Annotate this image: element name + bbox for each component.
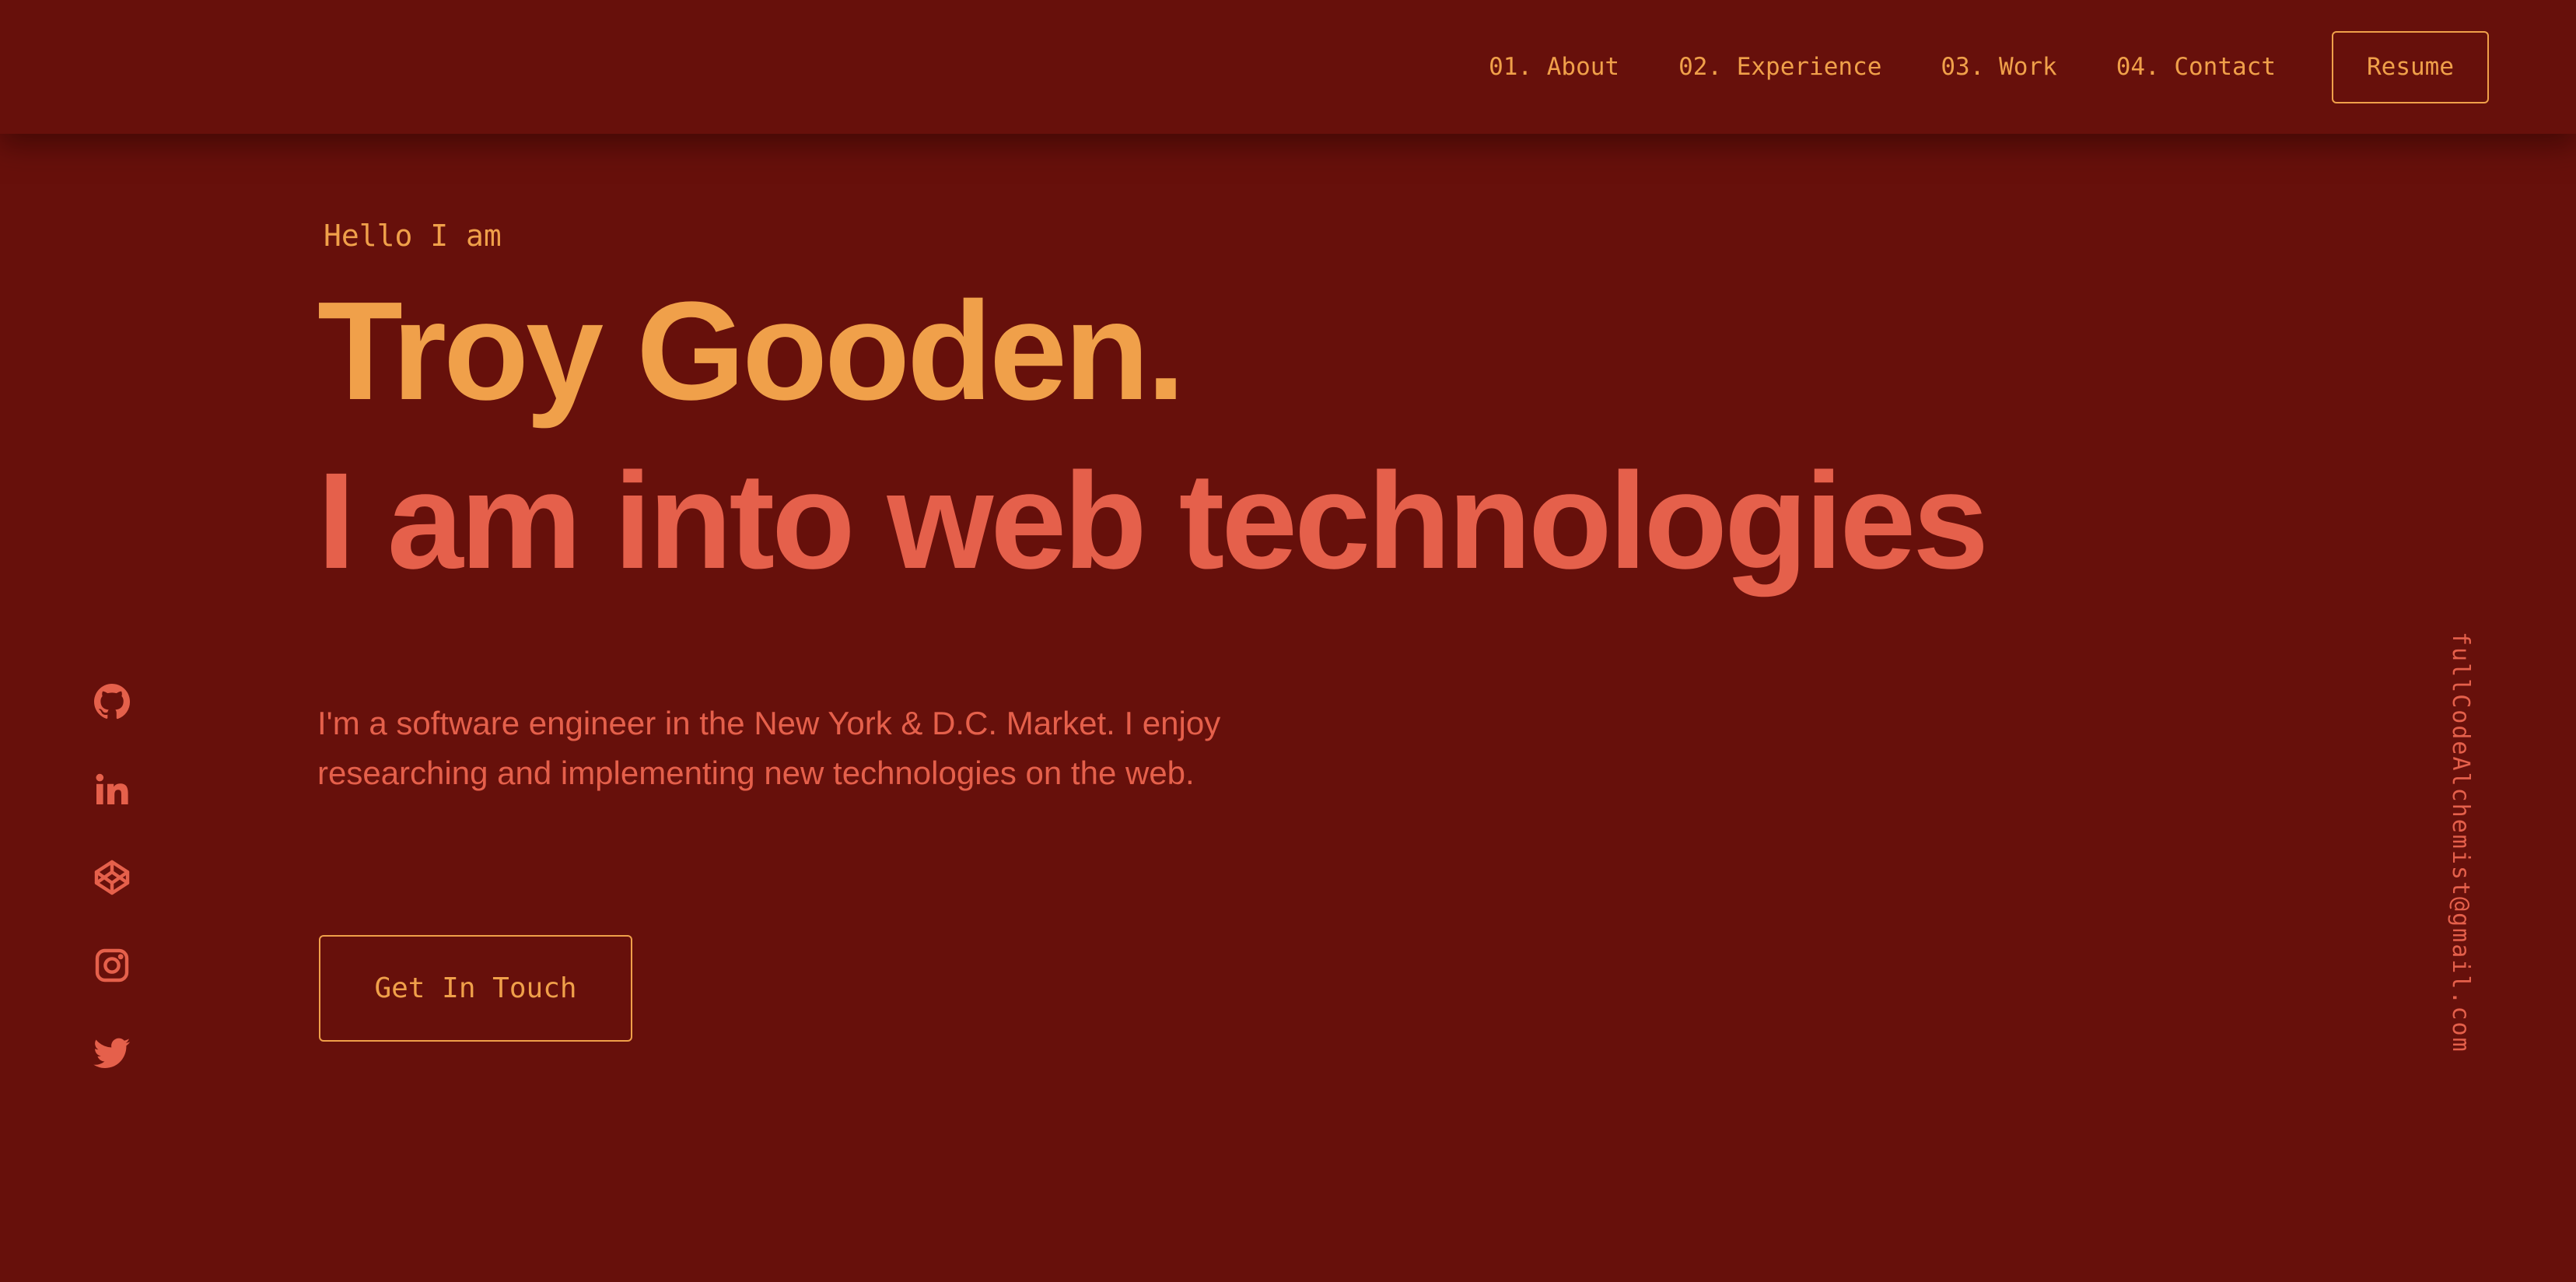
email-rail: fullCodeAlchemist@gmail.com xyxy=(2447,632,2494,1091)
nav-links: 01. About 02. Experience 03. Work 04. Co… xyxy=(1489,0,2576,134)
hero-greeting: Hello I am xyxy=(324,219,502,253)
codepen-icon xyxy=(94,860,130,895)
twitter-icon xyxy=(93,1038,131,1068)
linkedin-link[interactable] xyxy=(92,769,132,810)
top-navbar: 01. About 02. Experience 03. Work 04. Co… xyxy=(0,0,2576,134)
codepen-link[interactable] xyxy=(92,857,132,898)
nav-link-work[interactable]: 03. Work xyxy=(1941,53,2056,81)
github-link[interactable] xyxy=(92,681,132,722)
hero-bio: I'm a software engineer in the New York … xyxy=(317,705,1221,791)
nav-link-experience[interactable]: 02. Experience xyxy=(1678,53,1881,81)
linkedin-icon xyxy=(96,773,128,804)
email-link[interactable]: fullCodeAlchemist@gmail.com xyxy=(2447,632,2474,1053)
twitter-link[interactable] xyxy=(92,1033,132,1074)
nav-link-contact[interactable]: 04. Contact xyxy=(2116,53,2276,81)
nav-link-about[interactable]: 01. About xyxy=(1489,53,1619,81)
resume-button[interactable]: Resume xyxy=(2332,30,2489,103)
instagram-icon xyxy=(95,948,129,983)
instagram-link[interactable] xyxy=(92,945,132,986)
github-icon xyxy=(94,684,131,720)
hero-name: Troy Gooden. xyxy=(317,273,1185,429)
social-links xyxy=(92,681,132,1121)
get-in-touch-button[interactable]: Get In Touch xyxy=(319,935,632,1042)
hero-section: Hello I am Troy Gooden. I am into web te… xyxy=(317,210,1989,597)
hero-tagline: I am into web technologies xyxy=(317,445,1989,597)
